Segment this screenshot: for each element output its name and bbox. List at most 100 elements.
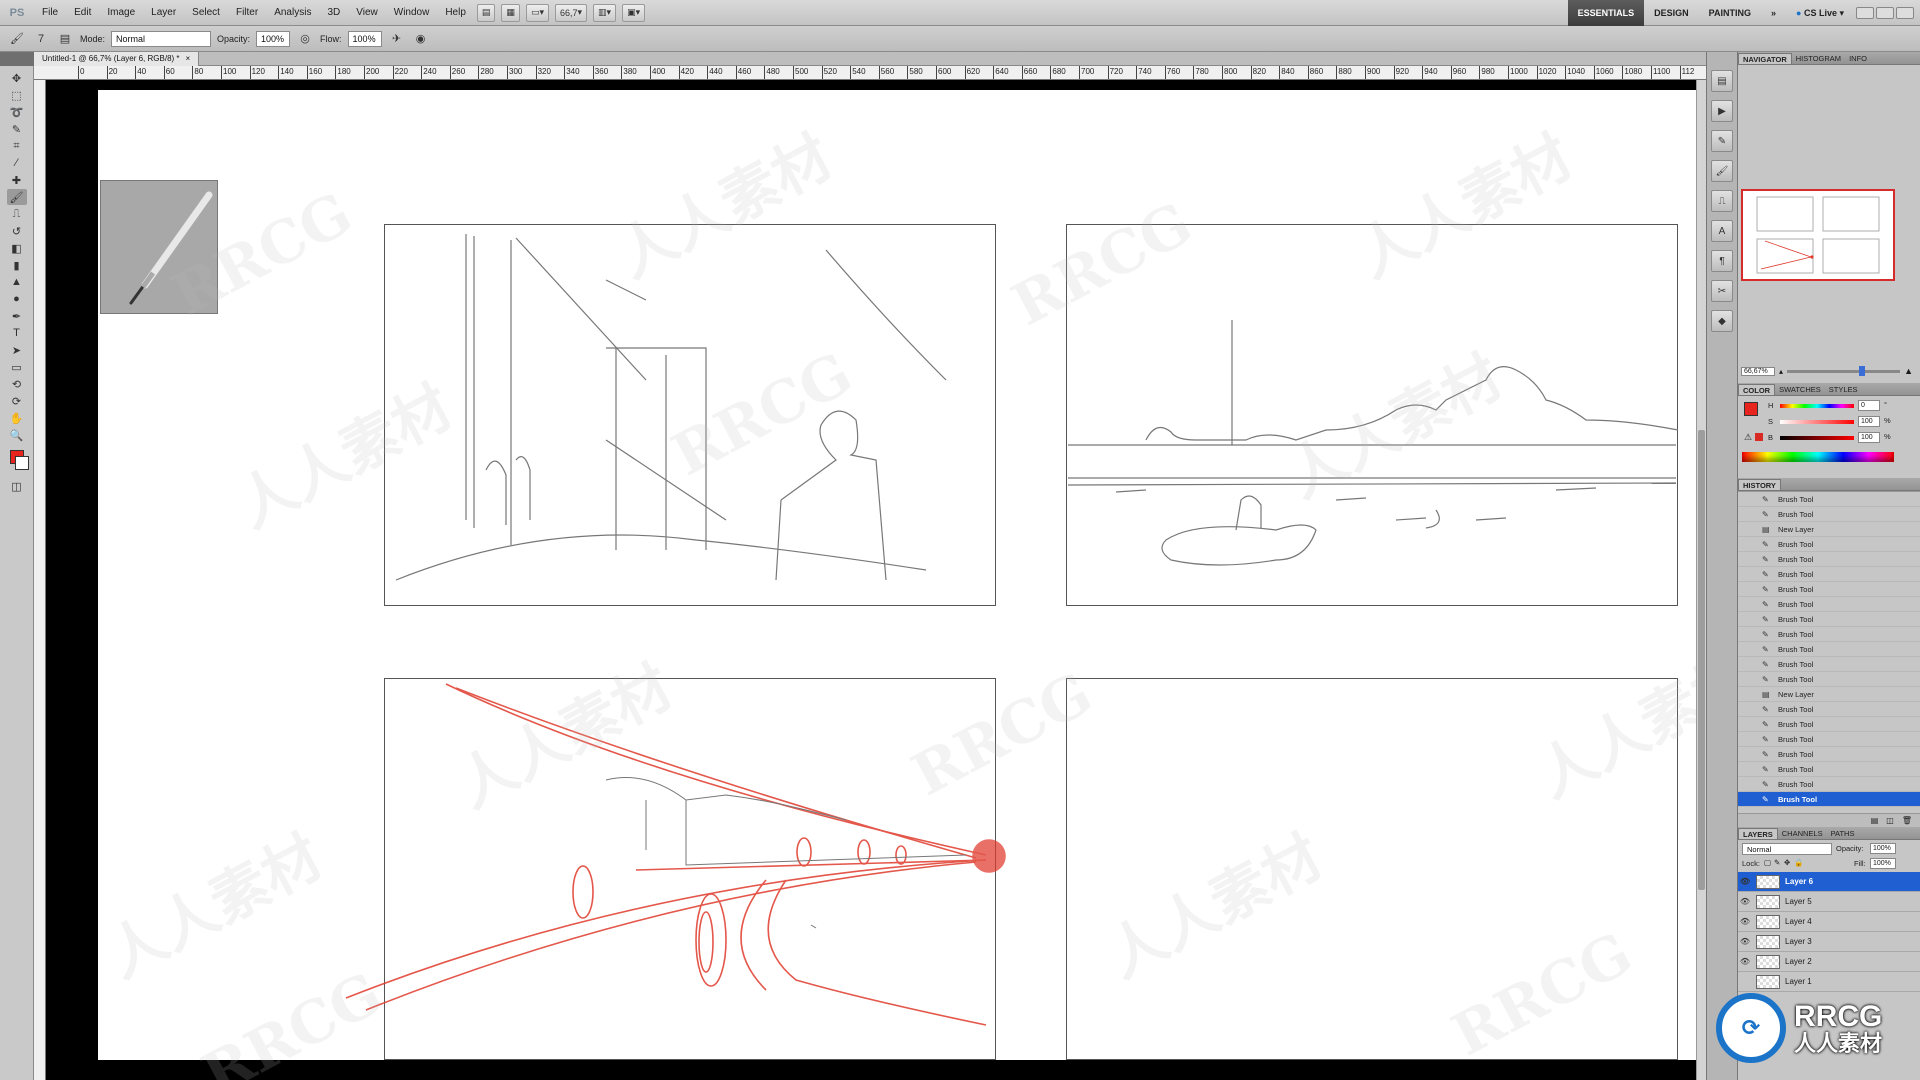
- tab-histogram[interactable]: HISTOGRAM: [1792, 53, 1845, 64]
- quick-selection-tool-icon[interactable]: ✎: [7, 121, 27, 137]
- opacity-field[interactable]: 100%: [256, 30, 291, 47]
- brush-tool-icon[interactable]: 🖌: [6, 189, 27, 205]
- gamut-color-chip[interactable]: [1755, 433, 1763, 441]
- marquee-tool-icon[interactable]: ⬚: [7, 87, 27, 103]
- clone-source-panel-icon[interactable]: ⎍: [1711, 190, 1733, 212]
- history-item[interactable]: ✎ Brush Tool: [1738, 702, 1920, 717]
- menu-edit[interactable]: Edit: [66, 0, 99, 26]
- history-item[interactable]: ✎ Brush Tool: [1738, 657, 1920, 672]
- history-item[interactable]: ✎ Brush Tool: [1738, 612, 1920, 627]
- paragraph-panel-icon[interactable]: ¶: [1711, 250, 1733, 272]
- layer-opacity-field[interactable]: 100%: [1870, 843, 1896, 854]
- layer-row[interactable]: 👁 Layer 5: [1738, 892, 1920, 912]
- type-tool-icon[interactable]: T: [7, 325, 27, 341]
- vertical-scrollbar[interactable]: [1696, 80, 1706, 1080]
- path-selection-tool-icon[interactable]: ➤: [7, 342, 27, 358]
- menu-help[interactable]: Help: [437, 0, 474, 26]
- zoom-level-dropdown[interactable]: 66,7 ▾: [554, 3, 588, 22]
- gradient-tool-icon[interactable]: ▮: [7, 257, 27, 273]
- lock-transparency-icon[interactable]: ▢: [1764, 858, 1771, 867]
- tab-color[interactable]: COLOR: [1738, 384, 1776, 395]
- saturation-field[interactable]: 100: [1858, 416, 1880, 427]
- history-item[interactable]: ✎ Brush Tool: [1738, 762, 1920, 777]
- spot-healing-tool-icon[interactable]: ✚: [7, 172, 27, 188]
- close-window-button[interactable]: [1896, 6, 1914, 19]
- background-color-swatch[interactable]: [14, 456, 29, 470]
- brush-panel-toggle-icon[interactable]: ▤: [56, 30, 74, 48]
- close-icon[interactable]: ×: [186, 54, 191, 63]
- zoom-tool-icon[interactable]: 🔍: [7, 427, 27, 443]
- menu-select[interactable]: Select: [184, 0, 228, 26]
- canvas-area[interactable]: RRCG 人人素材 RRCG 人人素材 人人素材 RRCG 人人素材 人人素材 …: [46, 80, 1706, 1080]
- pen-tool-icon[interactable]: ✒: [7, 308, 27, 324]
- tool-presets-panel-icon[interactable]: ✂: [1711, 280, 1733, 302]
- new-document-from-state-icon[interactable]: ▤: [1871, 816, 1879, 825]
- airbrush-icon[interactable]: ✈: [388, 30, 406, 48]
- navigator-zoom-slider[interactable]: [1787, 365, 1901, 376]
- history-item[interactable]: ▤ New Layer: [1738, 687, 1920, 702]
- history-item[interactable]: ✎ Brush Tool: [1738, 777, 1920, 792]
- blur-tool-icon[interactable]: ▲: [7, 274, 27, 290]
- blend-mode-select[interactable]: Normal: [1742, 843, 1832, 855]
- menu-layer[interactable]: Layer: [143, 0, 184, 26]
- history-item[interactable]: ✎ Brush Tool: [1738, 552, 1920, 567]
- color-spectrum-ramp[interactable]: [1742, 452, 1894, 462]
- workspace-more-button[interactable]: »: [1761, 0, 1786, 26]
- layer-row[interactable]: 👁 Layer 2: [1738, 952, 1920, 972]
- maximize-button[interactable]: [1876, 6, 1894, 19]
- hue-field[interactable]: 0: [1858, 400, 1880, 411]
- arrange-documents-button[interactable]: ▥▾: [593, 3, 617, 22]
- 3d-orbit-tool-icon[interactable]: ⟳: [7, 393, 27, 409]
- move-tool-icon[interactable]: ✥: [7, 70, 27, 86]
- trash-icon[interactable]: 🗑: [1902, 816, 1912, 825]
- history-item[interactable]: ✎ Brush Tool: [1738, 492, 1920, 507]
- history-item[interactable]: ✎ Brush Tool: [1738, 537, 1920, 552]
- saturation-slider[interactable]: [1780, 420, 1854, 424]
- history-item[interactable]: ✎ Brush Tool: [1738, 582, 1920, 597]
- history-item[interactable]: ✎ Brush Tool: [1738, 672, 1920, 687]
- tab-channels[interactable]: CHANNELS: [1778, 828, 1827, 839]
- mini-bridge-button[interactable]: ▦: [501, 3, 520, 22]
- tab-info[interactable]: INFO: [1845, 53, 1871, 64]
- workspace-painting[interactable]: PAINTING: [1699, 0, 1761, 26]
- pressure-opacity-icon[interactable]: ◎: [296, 30, 314, 48]
- history-item[interactable]: ✎ Brush Tool: [1738, 567, 1920, 582]
- workspace-design[interactable]: DESIGN: [1644, 0, 1699, 26]
- tab-history[interactable]: HISTORY: [1738, 479, 1781, 490]
- crop-tool-icon[interactable]: ⌗: [7, 138, 27, 154]
- history-item[interactable]: ✎ Brush Tool: [1738, 732, 1920, 747]
- character-panel-icon[interactable]: A: [1711, 220, 1733, 242]
- history-item[interactable]: ✎ Brush Tool: [1738, 717, 1920, 732]
- menu-image[interactable]: Image: [99, 0, 143, 26]
- mode-select[interactable]: Normal: [111, 30, 212, 47]
- history-item[interactable]: ✎ Brush Tool: [1738, 642, 1920, 657]
- tab-styles[interactable]: STYLES: [1825, 384, 1862, 395]
- brush-size-picker[interactable]: 7: [32, 30, 50, 48]
- warning-icon[interactable]: ⚠: [1744, 432, 1752, 443]
- history-item[interactable]: ✎ Brush Tool: [1738, 597, 1920, 612]
- eye-icon[interactable]: 👁: [1738, 897, 1752, 906]
- eyedropper-tool-icon[interactable]: ⁄: [7, 155, 27, 171]
- brush-panel-icon[interactable]: 🖌: [1711, 160, 1733, 182]
- actions-panel-icon[interactable]: ◆: [1711, 310, 1733, 332]
- bridge-button[interactable]: ▤: [476, 3, 496, 22]
- eraser-tool-icon[interactable]: ◧: [7, 240, 27, 256]
- tab-navigator[interactable]: NAVIGATOR: [1738, 53, 1792, 64]
- minimize-button[interactable]: [1856, 6, 1874, 19]
- menu-filter[interactable]: Filter: [228, 0, 266, 26]
- menu-view[interactable]: View: [348, 0, 386, 26]
- hand-tool-icon[interactable]: ✋: [7, 410, 27, 426]
- navigator-zoom-field[interactable]: 66,67%: [1741, 366, 1775, 376]
- eye-icon[interactable]: 👁: [1738, 917, 1752, 926]
- brightness-slider[interactable]: [1780, 436, 1854, 440]
- lock-position-icon[interactable]: ✥: [1784, 858, 1790, 867]
- screen-mode-button[interactable]: ▣▾: [622, 3, 646, 22]
- 3d-rotate-tool-icon[interactable]: ⟲: [7, 376, 27, 392]
- flow-field[interactable]: 100%: [347, 30, 382, 47]
- zoom-in-icon[interactable]: ▲: [1904, 366, 1913, 376]
- navigator-thumbnail[interactable]: [1741, 189, 1895, 281]
- pressure-size-icon[interactable]: ◉: [412, 30, 430, 48]
- eye-icon[interactable]: 👁: [1738, 877, 1752, 886]
- tab-layers[interactable]: LAYERS: [1738, 828, 1778, 839]
- history-item[interactable]: ✎ Brush Tool: [1738, 507, 1920, 522]
